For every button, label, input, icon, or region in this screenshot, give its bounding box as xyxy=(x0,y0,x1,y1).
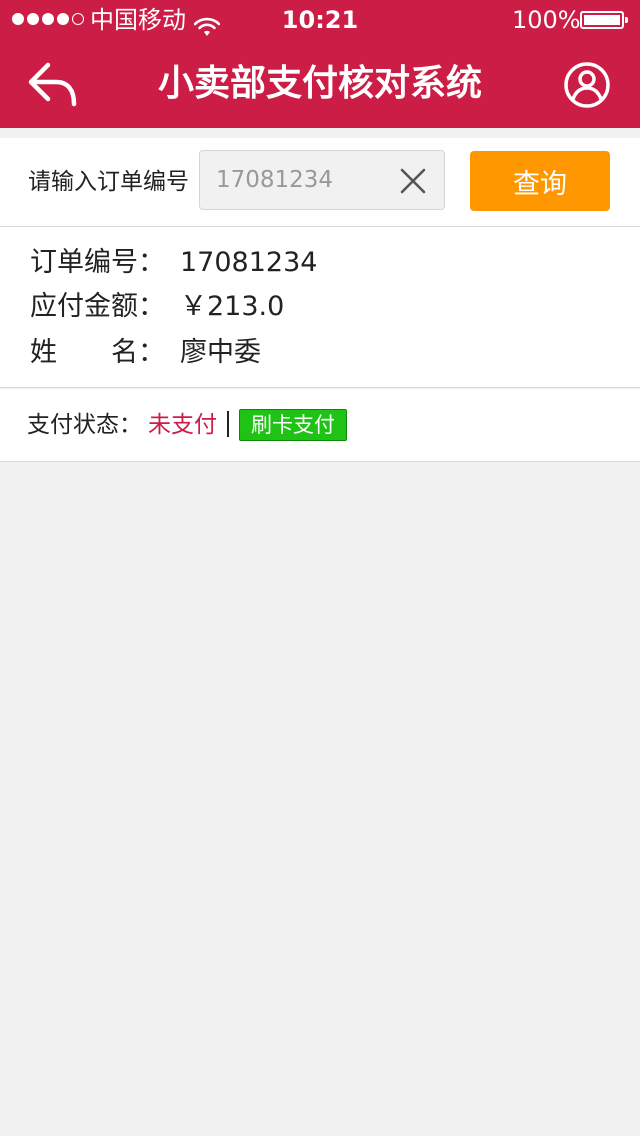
app-header: 中国移动 10:21 100% 小卖部支付核对系统 xyxy=(0,0,640,128)
status-bar: 中国移动 10:21 100% xyxy=(0,0,640,40)
amount-value: ￥213.0 xyxy=(180,291,285,322)
order-info-panel: 订单编号： 17081234 应付金额： ￥213.0 姓 名： 廖中委 xyxy=(0,227,640,388)
search-panel: 请输入订单编号 查询 xyxy=(0,138,640,227)
order-number-field-label: 订单编号： xyxy=(30,247,165,278)
divider xyxy=(227,411,229,437)
query-button[interactable]: 查询 xyxy=(470,151,610,211)
name-value: 廖中委 xyxy=(180,337,261,368)
order-number-value: 17081234 xyxy=(180,247,318,278)
search-box xyxy=(199,150,445,210)
user-circle-icon xyxy=(564,62,610,108)
battery-icon xyxy=(580,11,628,29)
user-profile-button[interactable] xyxy=(562,60,612,110)
signal-strength-icon xyxy=(12,13,84,25)
payment-status-label: 支付状态： xyxy=(27,412,142,438)
payment-status-value: 未支付 xyxy=(148,412,217,438)
battery-percentage: 100% xyxy=(512,6,581,34)
carrier-name: 中国移动 xyxy=(90,6,186,34)
name-label: 姓 名： xyxy=(30,337,165,368)
order-number-label: 请输入订单编号 xyxy=(28,169,189,195)
amount-label: 应付金额： xyxy=(30,291,165,322)
page-title: 小卖部支付核对系统 xyxy=(157,63,482,104)
payment-status-panel: 支付状态： 未支付 刷卡支付 xyxy=(0,389,640,462)
order-number-input[interactable] xyxy=(200,151,390,209)
close-icon xyxy=(400,168,426,194)
card-pay-button[interactable]: 刷卡支付 xyxy=(239,409,347,441)
nav-bar: 小卖部支付核对系统 xyxy=(0,40,640,128)
clear-input-button[interactable] xyxy=(398,166,428,196)
